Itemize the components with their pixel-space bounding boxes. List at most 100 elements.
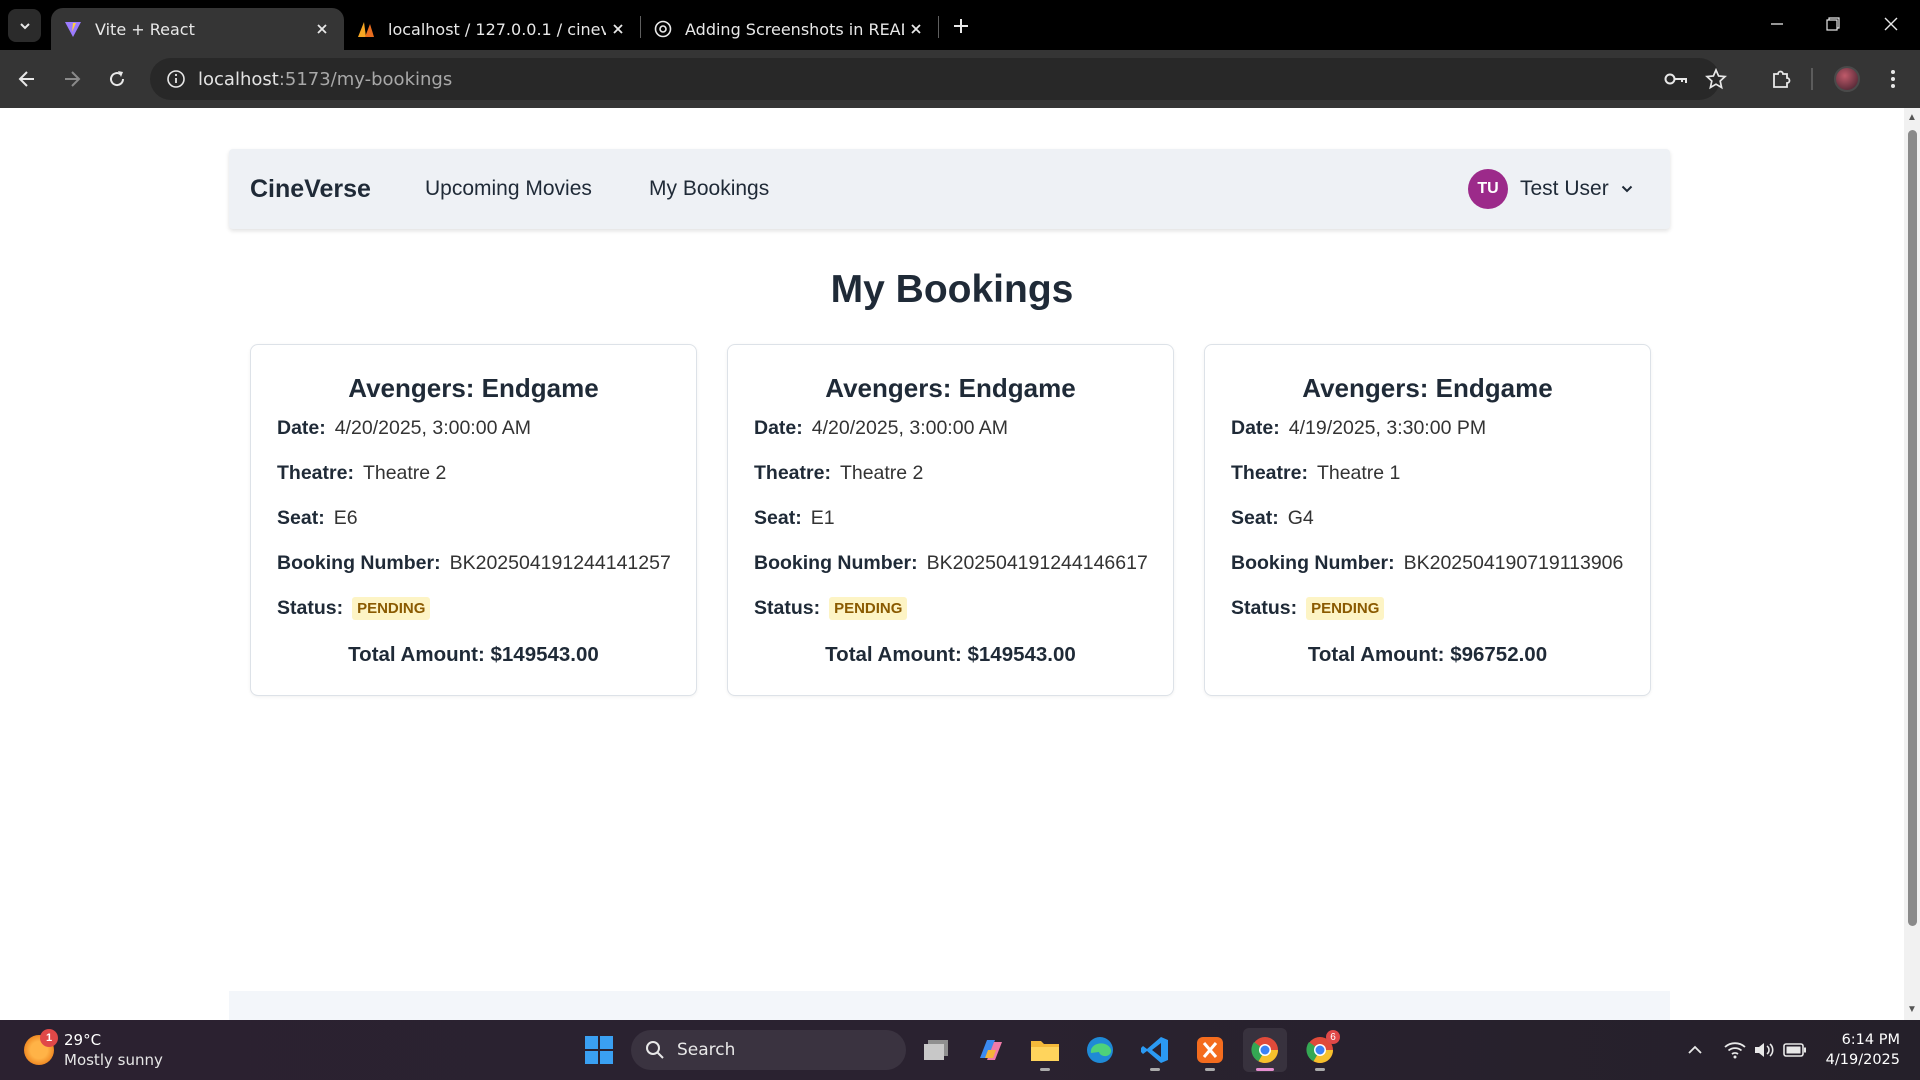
taskbar-search[interactable]: Search — [631, 1030, 906, 1070]
tab-title: Adding Screenshots in README — [685, 19, 904, 39]
chevron-down-icon — [19, 22, 30, 29]
booking-theatre-row: Theatre: Theatre 1 — [1231, 462, 1400, 485]
battery-icon[interactable] — [1783, 1038, 1807, 1062]
scrollbar-thumb[interactable] — [1908, 130, 1917, 926]
back-button[interactable] — [10, 62, 44, 96]
copilot-button[interactable] — [969, 1028, 1013, 1072]
seat-label: Seat: — [1231, 507, 1279, 529]
site-info-icon[interactable] — [154, 69, 198, 89]
booking-date: 4/20/2025, 3:00:00 AM — [334, 417, 532, 439]
system-clock[interactable]: 6:14 PM 4/19/2025 — [1820, 1030, 1900, 1070]
browser-toolbar: localhost:5173/my-bookings — [0, 50, 1920, 108]
tab-search-button[interactable] — [8, 9, 41, 42]
url-text: localhost:5173/my-bookings — [198, 69, 452, 90]
booking-seat-row: Seat: G4 — [1231, 507, 1314, 530]
bookmark-star-icon[interactable] — [1703, 66, 1729, 92]
close-tab-icon[interactable] — [606, 17, 630, 41]
user-name: Test User — [1520, 177, 1609, 200]
booking-card: Avengers: Endgame Date: 4/19/2025, 3:30:0… — [1204, 344, 1651, 696]
user-menu[interactable]: TU Test User — [1468, 169, 1633, 209]
wifi-icon[interactable] — [1723, 1038, 1747, 1062]
booking-theatre-row: Theatre: Theatre 2 — [754, 462, 923, 485]
movie-title: Avengers: Endgame — [1302, 373, 1553, 403]
scroll-up-icon[interactable]: ▲ — [1907, 113, 1917, 123]
phpmyadmin-icon — [356, 19, 376, 39]
file-explorer-button[interactable] — [1023, 1028, 1067, 1072]
edge-icon — [1087, 1037, 1113, 1063]
booking-date: 4/19/2025, 3:30:00 PM — [1288, 417, 1487, 439]
extensions-button[interactable] — [1764, 62, 1798, 96]
app-navbar: CineVerse Upcoming Movies My Bookings TU… — [229, 149, 1670, 229]
booking-theatre: Theatre 1 — [1316, 462, 1401, 484]
running-indicator — [1150, 1068, 1160, 1071]
browser-tabstrip: Vite + React localhost / 127.0.0.1 / cin… — [0, 0, 1920, 50]
weather-widget[interactable]: 1 29°C Mostly sunny — [24, 1029, 163, 1070]
copilot-icon — [980, 1040, 1002, 1060]
tab-vite-react[interactable]: Vite + React — [51, 8, 344, 50]
booking-seat: E1 — [810, 507, 835, 529]
start-button[interactable] — [577, 1028, 621, 1072]
movie-title: Avengers: Endgame — [825, 373, 1076, 403]
tab-title: localhost / 127.0.0.1 / cineverse — [388, 19, 606, 39]
browser-menu-button[interactable] — [1876, 62, 1910, 96]
new-tab-button[interactable] — [947, 12, 975, 40]
close-tab-icon[interactable] — [904, 17, 928, 41]
theatre-label: Theatre: — [1231, 462, 1308, 484]
chatgpt-icon — [653, 19, 673, 39]
forward-button[interactable] — [55, 62, 89, 96]
edge-button[interactable] — [1078, 1028, 1122, 1072]
profile-button[interactable] — [1830, 62, 1864, 96]
booking-theatre: Theatre 2 — [362, 462, 447, 484]
booking-status-row: Status: PENDING — [277, 597, 431, 620]
total-amount: Total Amount: $149543.00 — [825, 643, 1076, 666]
kebab-menu-icon — [1891, 70, 1895, 88]
volume-icon[interactable] — [1752, 1038, 1776, 1062]
reload-button[interactable] — [100, 62, 134, 96]
minimize-button[interactable] — [1754, 6, 1800, 42]
scroll-down-icon[interactable]: ▼ — [1907, 1005, 1917, 1015]
booking-number-row: Booking Number: BK202504191244141257 — [277, 552, 671, 575]
brand-logo[interactable]: CineVerse — [250, 175, 371, 204]
tab-divider — [938, 16, 939, 38]
booking-card: Avengers: Endgame Date: 4/20/2025, 3:00:0… — [250, 344, 697, 696]
nav-upcoming-movies[interactable]: Upcoming Movies — [425, 177, 592, 201]
nav-my-bookings[interactable]: My Bookings — [649, 177, 769, 201]
task-view-button[interactable] — [914, 1028, 958, 1072]
chrome-button[interactable] — [1243, 1028, 1287, 1072]
task-view-icon — [924, 1040, 948, 1060]
show-hidden-icons-button[interactable] — [1683, 1038, 1707, 1062]
tab-readme[interactable]: Adding Screenshots in README — [641, 8, 938, 50]
close-tab-icon[interactable] — [310, 17, 334, 41]
plus-icon — [954, 19, 968, 33]
minimize-icon — [1771, 23, 1783, 25]
xampp-button[interactable] — [1188, 1028, 1232, 1072]
profile-avatar — [1834, 66, 1860, 92]
page-viewport: CineVerse Upcoming Movies My Bookings TU… — [0, 108, 1904, 1020]
status-badge: PENDING — [352, 597, 431, 620]
vscode-button[interactable] — [1133, 1028, 1177, 1072]
close-window-button[interactable] — [1868, 6, 1914, 42]
running-indicator — [1205, 1068, 1215, 1071]
page-scrollbar[interactable]: ▲ ▼ — [1904, 108, 1920, 1020]
weather-desc: Mostly sunny — [64, 1051, 163, 1069]
password-key-icon[interactable] — [1663, 66, 1689, 92]
avatar: TU — [1468, 169, 1508, 209]
restore-button[interactable] — [1810, 6, 1856, 42]
date-label: Date: — [754, 417, 803, 439]
folder-icon — [1031, 1041, 1059, 1061]
notification-badge: 1 — [40, 1029, 58, 1047]
theatre-label: Theatre: — [277, 462, 354, 484]
restore-icon — [1826, 17, 1840, 31]
address-bar[interactable]: localhost:5173/my-bookings — [150, 58, 1727, 100]
tab-title: Vite + React — [95, 19, 195, 39]
tab-phpmyadmin[interactable]: localhost / 127.0.0.1 / cineverse — [344, 8, 640, 50]
chrome-icon — [1251, 1037, 1279, 1064]
booking-seat: G4 — [1287, 507, 1314, 529]
taskbar: 1 29°C Mostly sunny Search 6 6:14 PM 4/1… — [0, 1020, 1920, 1080]
booking-seat-row: Seat: E1 — [754, 507, 835, 530]
url-path: :5173/my-bookings — [278, 68, 453, 90]
date-label: Date: — [277, 417, 326, 439]
chrome-profile-button[interactable]: 6 — [1298, 1028, 1342, 1072]
booking-number: BK202504191244141257 — [449, 552, 671, 574]
total-amount: Total Amount: $149543.00 — [348, 643, 599, 666]
